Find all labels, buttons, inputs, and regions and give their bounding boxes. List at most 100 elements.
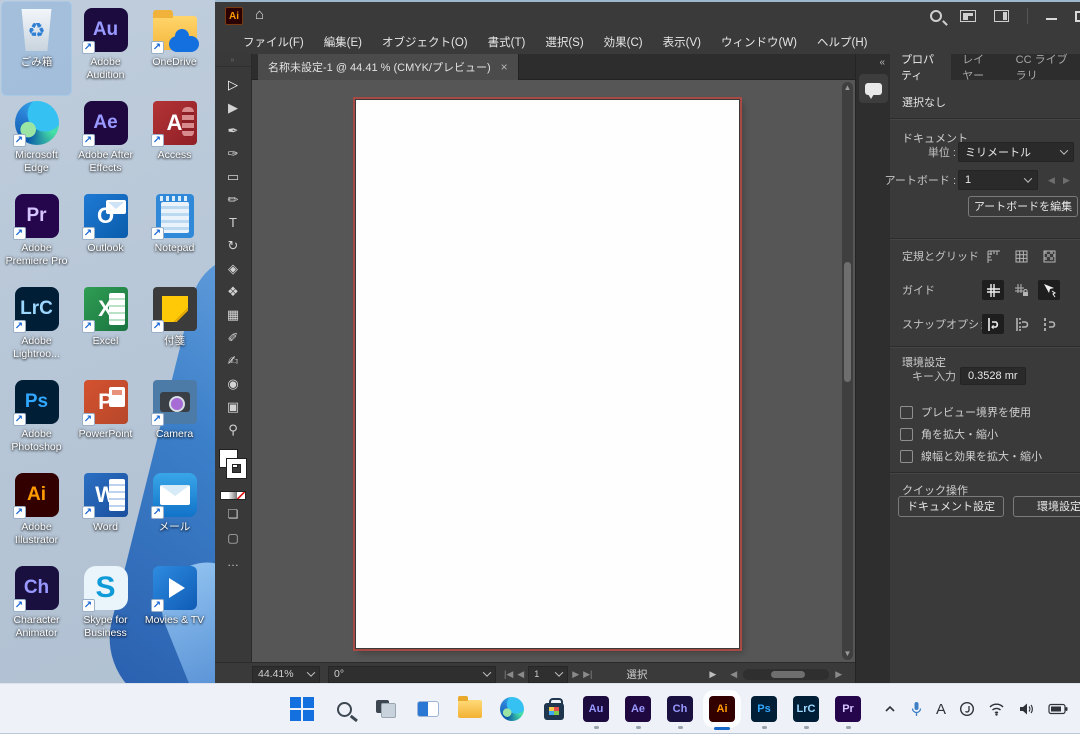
scroll-left-icon[interactable]: ◀ [730,669,737,680]
eraser-tool[interactable]: ◈ [220,257,246,280]
symbol-sprayer-tool[interactable]: ◉ [220,372,246,395]
gradient-tool[interactable]: ▦ [220,303,246,326]
edit-artboard-button[interactable]: アートボードを編集 [968,196,1078,217]
next-artboard-icon[interactable]: ▶ [572,669,579,680]
desktop-icon-adobe-premiere-pro[interactable]: Pr ↗ Adobe Premiere Pro [2,188,71,281]
snap-to-pixel-icon[interactable] [1038,314,1060,334]
draw-mode-icon[interactable]: ❏ [222,504,244,524]
snap-to-point-icon[interactable] [982,314,1004,334]
panel-tab-cc-libraries[interactable]: CC ライブラリ [1005,54,1080,80]
desktop-icon-adobe-lightroom-classic[interactable]: LrC ↗ Adobe Lightroo... [2,281,71,374]
gradient-icon[interactable] [229,492,237,499]
taskbar-illustrator[interactable]: Ai [709,696,735,722]
horizontal-scroll-thumb[interactable] [771,671,805,678]
preferences-button[interactable]: 環境設定 [1013,496,1080,517]
desktop-icon-character-animator[interactable]: Ch ↗ Character Animator [2,560,71,653]
menu-edit[interactable]: 編集(E) [314,30,372,54]
shape-builder-tool[interactable]: ❖ [220,280,246,303]
app-icon[interactable]: Ai [225,7,243,25]
arrange-documents-icon[interactable] [960,10,976,22]
checkbox-icon[interactable] [900,428,913,441]
artboard-tool[interactable]: ▣ [220,395,246,418]
tray-chevron-up[interactable] [883,702,897,716]
desktop-icon-mail[interactable]: ↗ メール [140,467,209,560]
maximize-icon[interactable] [1075,11,1080,22]
color-fill-icon[interactable] [221,492,229,499]
rotation-select[interactable]: 0° [328,666,496,683]
desktop-icon-notepad[interactable]: ↗ Notepad [140,188,209,281]
collapse-panels-icon[interactable]: « [879,57,885,68]
tray-microphone[interactable] [910,701,923,717]
desktop-icon-adobe-photoshop[interactable]: Ps ↗ Adobe Photoshop [2,374,71,467]
tools-panel-grip[interactable]: » [215,54,251,67]
menu-object[interactable]: オブジェクト(O) [372,30,478,54]
transparency-grid-icon[interactable] [1038,246,1060,266]
desktop-icon-adobe-illustrator[interactable]: Ai ↗ Adobe Illustrator [2,467,71,560]
tray-ime[interactable]: A [936,701,946,718]
desktop-icon-microsoft-edge[interactable]: ↗ Microsoft Edge [2,95,71,188]
eyedropper-tool[interactable]: ✐ [220,326,246,349]
curvature-tool[interactable]: ✑ [220,142,246,165]
smart-guides-icon[interactable] [1038,280,1060,300]
artboard[interactable] [355,99,740,649]
lock-guides-icon[interactable] [1010,280,1032,300]
last-artboard-icon[interactable]: ▶| [583,669,592,680]
rotate-tool[interactable]: ↻ [220,234,246,257]
desktop-icon-excel[interactable]: X ↗ Excel [71,281,140,374]
taskbar-character-animator[interactable]: Ch [667,696,693,722]
desktop-icon-powerpoint[interactable]: P ↗ PowerPoint [71,374,140,467]
taskbar-audition[interactable]: Au [583,696,609,722]
home-icon[interactable]: ⌂ [255,6,264,23]
none-icon[interactable] [237,492,245,499]
menu-view[interactable]: 表示(V) [653,30,711,54]
prev-artboard-icon[interactable]: ◀ [517,669,524,680]
panel-tab-properties[interactable]: プロパティ [890,54,951,80]
desktop-icon-word[interactable]: W ↗ Word [71,467,140,560]
show-guides-icon[interactable] [982,280,1004,300]
menu-type[interactable]: 書式(T) [478,30,536,54]
color-mode-bar[interactable] [220,491,246,500]
document-tab[interactable]: 名称未設定-1 @ 44.41 % (CMYK/プレビュー) × [258,54,519,80]
checkbox-icon[interactable] [900,450,913,463]
comments-button[interactable] [859,74,888,103]
scroll-up-icon[interactable]: ▲ [842,82,853,94]
ruler-corner-icon[interactable] [982,246,1004,266]
tray-wifi[interactable] [988,702,1005,716]
workspace-switcher-icon[interactable] [994,10,1009,22]
next-artboard-panel-icon[interactable]: ▶ [1063,175,1070,186]
desktop-icon-outlook[interactable]: O ↗ Outlook [71,188,140,281]
direct-selection-tool[interactable]: ▶ [220,96,246,119]
menu-select[interactable]: 選択(S) [535,30,593,54]
close-tab-icon[interactable]: × [501,60,508,74]
taskbar-file-explorer[interactable] [457,696,483,722]
first-artboard-icon[interactable]: |◀ [504,669,513,680]
tray-volume[interactable] [1018,702,1035,716]
desktop-icon-skype-for-business[interactable]: S ↗ Skype for Business [71,560,140,653]
tray-battery[interactable] [1048,703,1068,715]
tray-clock[interactable] [959,701,975,717]
artboard-nav-select[interactable]: 1 [528,666,568,683]
panel-tab-layers[interactable]: レイヤー [951,54,1004,80]
desktop-icon-recycle-bin[interactable]: ♻ ごみ箱 [2,2,71,95]
grid-icon[interactable] [1010,246,1032,266]
desktop-icon-camera[interactable]: ↗ Camera [140,374,209,467]
desktop-icon-access[interactable]: A ↗ Access [140,95,209,188]
snap-to-grid-icon[interactable] [1010,314,1032,334]
search-icon[interactable] [930,10,942,22]
hand-tool[interactable]: ✍ [220,349,246,372]
taskbar-photoshop[interactable]: Ps [751,696,777,722]
menu-file[interactable]: ファイル(F) [233,30,314,54]
document-setup-button[interactable]: ドキュメント設定 [898,496,1004,517]
type-tool[interactable]: T [220,211,246,234]
menu-help[interactable]: ヘルプ(H) [807,30,877,54]
menu-window[interactable]: ウィンドウ(W) [711,30,807,54]
taskbar-start[interactable] [289,696,315,722]
canvas[interactable]: ▲ ▼ [252,80,855,662]
desktop-icon-adobe-audition[interactable]: Au ↗ Adobe Audition [71,2,140,95]
prev-artboard-panel-icon[interactable]: ◀ [1048,175,1055,186]
desktop-icon-adobe-after-effects[interactable]: Ae ↗ Adobe After Effects [71,95,140,188]
zoom-tool[interactable]: ⚲ [220,418,246,441]
desktop-icon-onedrive[interactable]: ↗ OneDrive [140,2,209,95]
artboard-select[interactable]: 1 [958,170,1038,190]
scroll-right-icon[interactable]: ▶ [835,669,842,680]
